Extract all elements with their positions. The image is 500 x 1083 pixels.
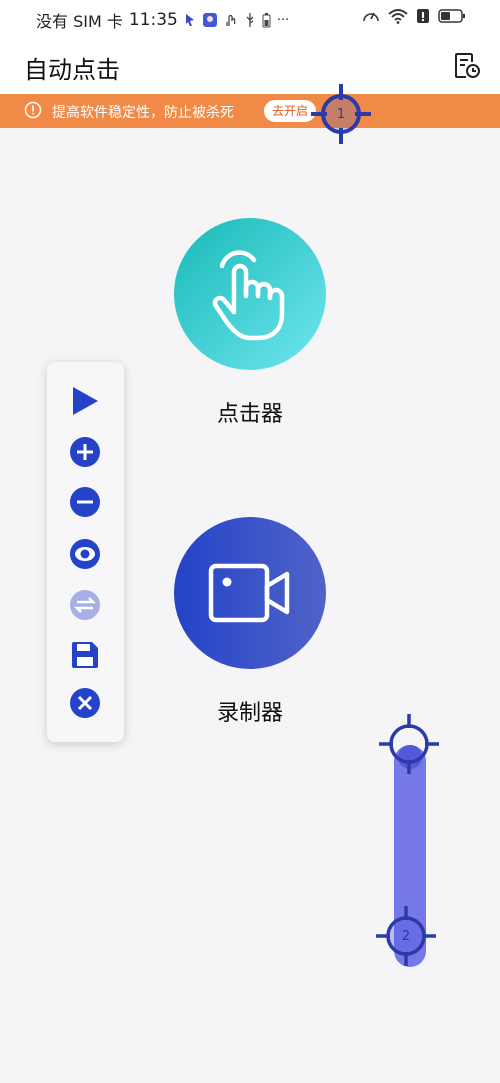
stability-banner: 提高软件稳定性，防止被杀死 去开启 bbox=[0, 94, 500, 128]
play-icon bbox=[73, 387, 98, 415]
status-right bbox=[362, 8, 466, 24]
touch-icon bbox=[226, 14, 236, 26]
info-icon bbox=[24, 101, 42, 119]
swap-button[interactable] bbox=[68, 588, 102, 622]
battery-small-icon bbox=[262, 13, 271, 28]
recorder-label: 录制器 bbox=[216, 701, 283, 726]
tap-hand-icon bbox=[212, 250, 285, 341]
close-button[interactable] bbox=[68, 686, 102, 720]
history-list-icon bbox=[455, 53, 480, 78]
clicker-label: 点击器 bbox=[216, 402, 283, 427]
swipe-start-target[interactable] bbox=[379, 714, 439, 774]
history-button[interactable] bbox=[450, 48, 484, 82]
clicker-button[interactable] bbox=[174, 218, 326, 370]
crosshair-icon bbox=[379, 714, 439, 774]
pointer-icon bbox=[185, 14, 194, 26]
alert-icon bbox=[417, 9, 429, 23]
save-icon bbox=[72, 642, 98, 668]
enable-button[interactable]: 去开启 bbox=[264, 100, 317, 122]
remove-icon bbox=[70, 487, 100, 517]
swap-icon bbox=[70, 590, 100, 620]
status-bar: 没有 SIM 卡 11:35 ··· bbox=[0, 0, 500, 36]
swipe-target-number: 2 bbox=[401, 928, 411, 944]
carrier-text: 没有 SIM 卡 bbox=[36, 12, 123, 31]
tap-target-1[interactable]: 1 bbox=[311, 84, 371, 144]
clock: 11:35 bbox=[128, 10, 178, 30]
floating-control-panel[interactable] bbox=[47, 362, 124, 742]
usb-icon bbox=[246, 13, 254, 27]
save-button[interactable] bbox=[68, 638, 102, 672]
add-icon bbox=[70, 437, 100, 467]
tap-target-number: 1 bbox=[336, 106, 346, 122]
app-thumbnail-icon bbox=[202, 13, 217, 27]
close-icon bbox=[70, 688, 100, 718]
play-button[interactable] bbox=[68, 384, 102, 418]
app-bar: 自动点击 bbox=[0, 36, 500, 94]
wifi-icon bbox=[388, 9, 408, 24]
notification-icons: ··· bbox=[184, 12, 289, 28]
page-title: 自动点击 bbox=[24, 56, 120, 84]
eye-icon bbox=[70, 539, 100, 569]
video-camera-icon bbox=[208, 563, 290, 623]
add-point-button[interactable] bbox=[68, 435, 102, 469]
recorder-button[interactable] bbox=[174, 517, 326, 669]
remove-point-button[interactable] bbox=[68, 485, 102, 519]
speed-icon bbox=[363, 12, 379, 22]
status-left: 没有 SIM 卡 11:35 ··· bbox=[36, 8, 289, 32]
more-notifications: ··· bbox=[276, 12, 290, 28]
battery-icon bbox=[438, 9, 465, 23]
swipe-end-target[interactable]: 2 bbox=[376, 906, 436, 966]
toggle-visibility-button[interactable] bbox=[68, 537, 102, 571]
banner-text: 提高软件稳定性，防止被杀死 bbox=[52, 105, 234, 121]
